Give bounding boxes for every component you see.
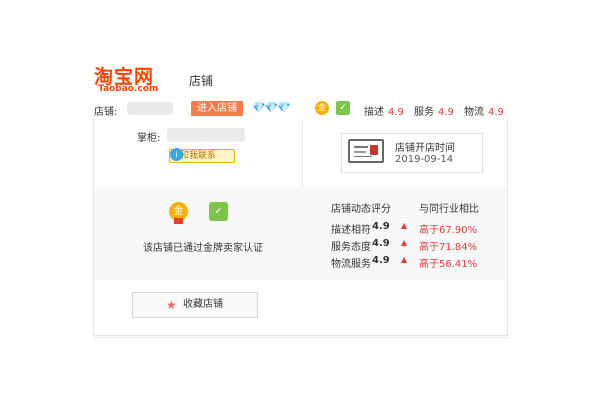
rating-label: 物流服务 [331, 259, 371, 270]
favorite-shop-button[interactable]: ★ 收藏店铺 [132, 292, 258, 318]
verified-badge-icon: ✓ [209, 202, 228, 221]
rating-compare: 高于67.90% [419, 225, 478, 236]
seller-name-blurred[interactable] [167, 128, 245, 142]
score-label: 服务 [414, 107, 434, 118]
gold-medal-icon: 金 [315, 101, 329, 115]
arrow-up-icon: ▲ [401, 238, 408, 247]
shop-popup-panel: 掌柜: 和我联系 i 店铺开店时间 2019-09-14 金 ✓ 该店铺已通过金… [93, 118, 508, 336]
arrow-up-icon: ▲ [401, 221, 408, 230]
rating-value: 4.9 [372, 221, 390, 232]
verified-badge-icon: ✓ [336, 101, 350, 115]
star-icon[interactable]: ★ [166, 293, 177, 317]
page-title: 店铺 [189, 74, 214, 88]
enter-shop-button[interactable]: 进入店铺 [191, 101, 243, 116]
score-value: 4.9 [388, 107, 404, 118]
open-time-value: 2019-09-14 [395, 154, 454, 165]
score-label: 物流 [464, 107, 484, 118]
score-logistics: 物流 4.9 [464, 103, 504, 118]
score-value: 4.9 [438, 107, 454, 118]
rating-compare: 高于56.41% [419, 259, 478, 270]
rating-label: 描述相符 [331, 225, 371, 236]
favorite-shop-label[interactable]: 收藏店铺 [183, 293, 223, 317]
rating-value: 4.9 [372, 238, 390, 249]
open-time-label: 店铺开店时间 [395, 143, 455, 154]
compare-title: 与同行业相比 [419, 204, 479, 215]
arrow-up-icon: ▲ [401, 255, 408, 264]
score-value: 4.9 [488, 107, 504, 118]
taobao-logo-en[interactable]: Taobao.com [98, 84, 158, 94]
score-description: 描述 4.9 [364, 103, 404, 118]
seller-label: 掌柜: [137, 133, 161, 144]
rating-label: 服务态度 [331, 242, 371, 253]
medal-ribbon [174, 218, 183, 224]
vertical-divider [302, 118, 303, 188]
rating-compare: 高于71.84% [419, 242, 478, 253]
chat-icon[interactable]: i [170, 148, 183, 161]
shop-info-bar: 店铺: 进入店铺 💎💎💎 金 ✓ 描述 4.9 服务 4.9 物流 4.9 [94, 101, 508, 119]
id-card-icon [348, 139, 384, 163]
score-label: 描述 [364, 107, 384, 118]
rating-title: 店铺动态评分 [331, 204, 391, 215]
rating-value: 4.9 [372, 255, 390, 266]
shop-name-blurred[interactable] [127, 102, 173, 115]
bottom-divider [93, 337, 508, 338]
diamond-icon: 💎💎💎 [252, 101, 291, 114]
certification-text: 该店铺已通过金牌卖家认证 [143, 243, 263, 254]
score-service: 服务 4.9 [414, 103, 454, 118]
shop-label: 店铺: [94, 107, 118, 118]
